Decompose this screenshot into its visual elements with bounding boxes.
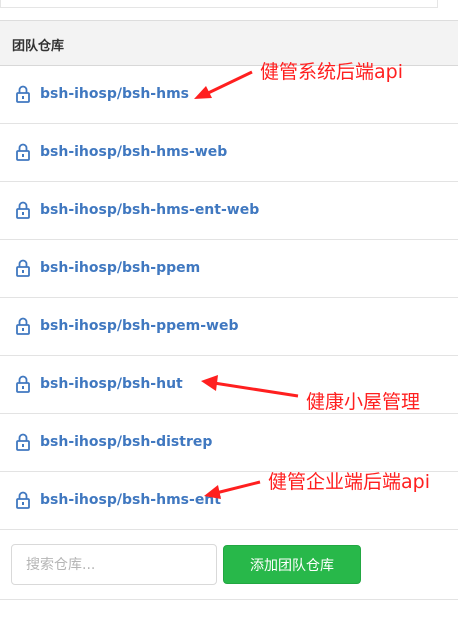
lock-icon (16, 201, 30, 219)
repo-link[interactable]: bsh-ihosp/bsh-hut (40, 376, 183, 392)
add-repo-area: 添加团队仓库 (0, 530, 458, 600)
repo-row[interactable]: bsh-ihosp/bsh-distrep (0, 414, 458, 472)
search-input[interactable] (11, 544, 217, 585)
repo-link[interactable]: bsh-ihosp/bsh-hms-ent-web (40, 202, 259, 218)
repo-row[interactable]: bsh-ihosp/bsh-ppem (0, 240, 458, 298)
repo-link[interactable]: bsh-ihosp/bsh-distrep (40, 434, 212, 450)
repo-row[interactable]: bsh-ihosp/bsh-hms-ent-web (0, 182, 458, 240)
annotation-label-hut: 健康小屋管理 (306, 391, 421, 413)
repo-link[interactable]: bsh-ihosp/bsh-hms (40, 86, 189, 102)
lock-icon (16, 317, 30, 335)
repo-row[interactable]: bsh-ihosp/bsh-hms-web (0, 124, 458, 182)
annotation-label-hms-ent: 健管企业端后端api (268, 471, 430, 493)
lock-icon (16, 259, 30, 277)
repo-list: bsh-ihosp/bsh-hms bsh-ihosp/bsh-hms-web … (0, 66, 458, 530)
lock-icon (16, 375, 30, 393)
panel-title: 团队仓库 (12, 39, 65, 54)
repo-link[interactable]: bsh-ihosp/bsh-ppem (40, 260, 200, 276)
add-team-repo-button[interactable]: 添加团队仓库 (223, 545, 361, 584)
lock-icon (16, 85, 30, 103)
lock-icon (16, 433, 30, 451)
repo-link[interactable]: bsh-ihosp/bsh-hms-web (40, 144, 227, 160)
repo-link[interactable]: bsh-ihosp/bsh-hms-ent (40, 492, 221, 508)
previous-panel-bottom (0, 0, 438, 8)
annotation-label-hms: 健管系统后端api (260, 61, 403, 83)
top-strip (0, 0, 458, 21)
repo-link[interactable]: bsh-ihosp/bsh-ppem-web (40, 318, 239, 334)
lock-icon (16, 491, 30, 509)
repo-row[interactable]: bsh-ihosp/bsh-ppem-web (0, 298, 458, 356)
lock-icon (16, 143, 30, 161)
